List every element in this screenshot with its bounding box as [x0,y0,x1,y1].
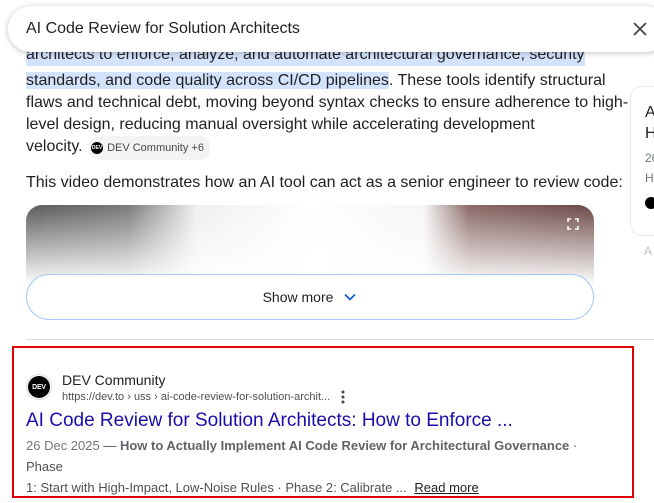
show-more-label: Show more [262,289,334,305]
source-logo-icon [645,197,654,209]
more-options-icon[interactable] [338,389,348,405]
expand-icon[interactable] [566,217,580,231]
source-chip[interactable]: DEV DEV Community +6 [89,136,210,160]
dev-logo-icon: DEV [28,376,50,398]
search-bar[interactable]: AI Code Review for Solution Architects [8,6,654,52]
site-name[interactable]: DEV Community [62,372,165,388]
show-more-button[interactable]: Show more [26,274,594,320]
close-icon[interactable] [630,19,650,39]
read-more-link[interactable]: Read more [414,480,478,495]
side-panel-text: A [644,244,653,258]
overview-line: flaws and technical debt, moving beyond … [26,94,629,111]
overview-line: standards, and code quality across CI/CD… [26,72,606,89]
overview-line: level design, reducing manual oversight … [26,116,535,133]
site-favicon[interactable]: DEV [26,374,52,400]
divider [26,339,654,340]
snippet-bold: How to Actually Implement AI Code Review… [119,438,570,453]
overview-line: velocity. DEV DEV Community +6 [26,136,210,160]
chevron-down-icon [344,293,356,301]
site-url[interactable]: https://dev.to › uss › ai-code-review-fo… [62,391,330,403]
source-chip-label: DEV Community +6 [107,142,204,154]
result-date: 26 Dec 2025 [26,438,100,453]
side-panel-card[interactable]: A H 26 H [630,86,654,236]
result-title-link[interactable]: AI Code Review for Solution Architects: … [26,410,513,432]
video-thumbnail[interactable] [26,205,594,285]
result-snippet: 26 Dec 2025 — How to Actually Implement … [26,438,578,495]
video-intro-text: This video demonstrates how an AI tool c… [26,174,623,191]
dev-logo-icon: DEV [91,142,104,154]
overview-line-clipped: architects to enforce, analyze, and auto… [26,50,585,66]
highlighted-text: standards, and code quality across CI/CD… [26,72,389,89]
search-input[interactable]: AI Code Review for Solution Architects [26,20,300,38]
